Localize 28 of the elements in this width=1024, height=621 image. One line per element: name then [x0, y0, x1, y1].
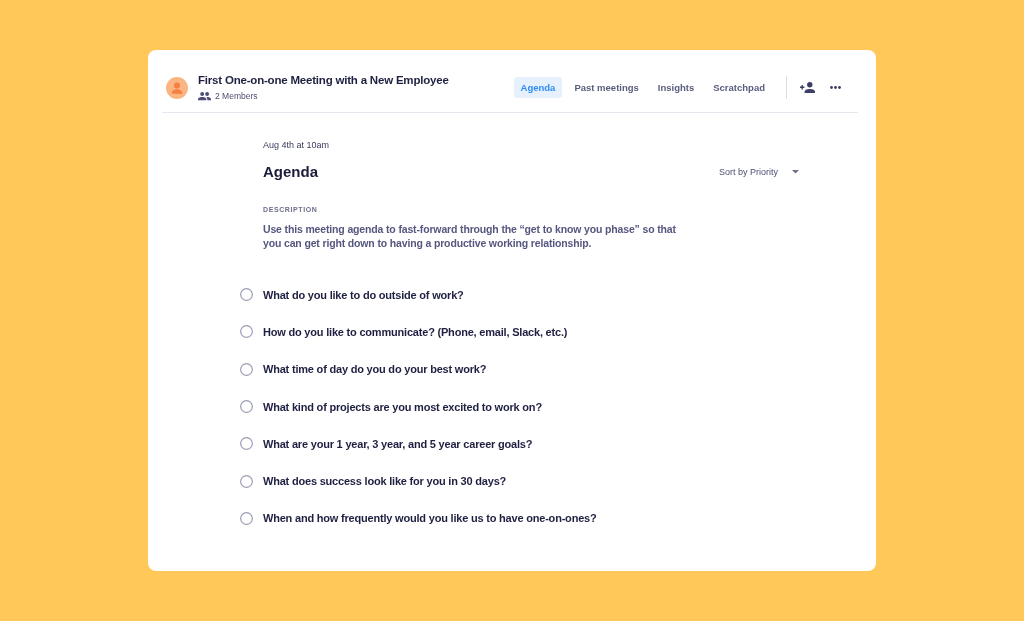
members-count: 2 Members	[215, 91, 258, 102]
sort-dropdown[interactable]: Sort by Priority	[719, 167, 799, 177]
radio-button[interactable]	[240, 325, 253, 339]
caret-icon	[792, 170, 799, 174]
description-text: Use this meeting agenda to fast-forward through the “get to know you phase” so that you can get right down to having a productive working relationship.	[263, 222, 677, 250]
tab[interactable]: Past meetings	[567, 77, 646, 98]
radio-button[interactable]	[240, 288, 253, 302]
meeting-date: Aug 4th at 10am	[263, 139, 330, 151]
avatar-icon	[166, 76, 188, 99]
people-icon	[198, 92, 211, 101]
agenda-item-text: What time of day do you do your best work?	[263, 363, 487, 376]
agenda-heading: Agenda	[263, 162, 318, 182]
tab[interactable]: Insights	[650, 77, 702, 98]
radio-button[interactable]	[240, 400, 253, 414]
more-icon[interactable]	[830, 86, 841, 89]
agenda-item-text: How do you like to communicate? (Phone, email, Slack, etc.)	[263, 325, 568, 338]
radio-button[interactable]	[240, 511, 253, 525]
radio-button[interactable]	[240, 362, 253, 376]
agenda-item-text: What are your 1 year, 3 year, and 5 year career goals?	[263, 437, 533, 450]
agenda-item-text: When and how frequently would you like us to have one-on-ones?	[263, 512, 597, 525]
agenda-item-text: What kind of projects are you most excited to work on?	[263, 400, 542, 413]
agenda-item-text: What does success look like for you in 30 days?	[263, 475, 507, 488]
tab[interactable]: Scratchpad	[706, 77, 772, 98]
radio-button[interactable]	[240, 474, 253, 488]
radio-button[interactable]	[240, 437, 253, 451]
meeting-title: First One-on-one Meeting with a New Employee	[198, 73, 449, 88]
add-person-icon[interactable]	[800, 82, 815, 93]
agenda-item-text: What do you like to do outside of work?	[263, 288, 464, 301]
